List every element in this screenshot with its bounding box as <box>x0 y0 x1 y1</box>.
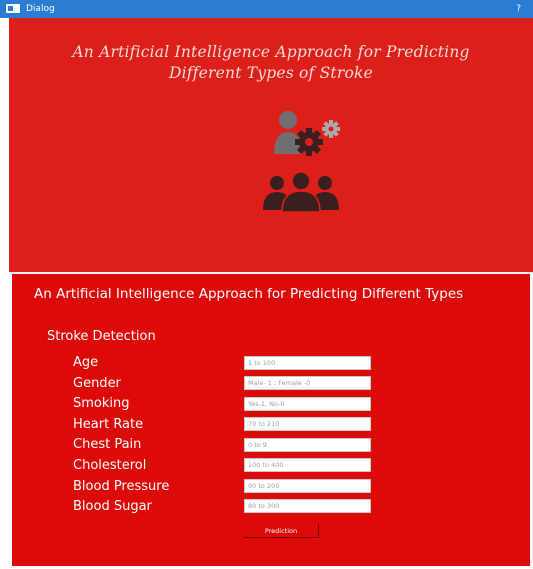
heart-rate-input[interactable] <box>244 417 371 431</box>
prediction-button[interactable]: Prediction <box>244 524 319 538</box>
smoking-input[interactable] <box>244 397 371 411</box>
banner-title-line-1: An Artificial Intelligence Approach for … <box>72 43 470 61</box>
section-title-stroke-detection: Stroke Detection <box>47 329 156 344</box>
app-window-icon <box>6 4 20 13</box>
chest-pain-input[interactable] <box>244 438 371 452</box>
gender-input[interactable] <box>244 376 371 390</box>
banner-title: An Artificial Intelligence Approach for … <box>9 42 533 84</box>
window-title-bar: Dialog ? <box>0 0 533 18</box>
field-label-blood-sugar: Blood Sugar <box>73 499 152 514</box>
window-title: Dialog <box>26 4 55 14</box>
field-label-chest-pain: Chest Pain <box>73 437 142 452</box>
field-label-blood-pressure: Blood Pressure <box>73 479 170 494</box>
person-gear-icon <box>274 111 340 156</box>
field-label-heart-rate: Heart Rate <box>73 417 144 432</box>
users-group-icon <box>263 171 339 212</box>
banner-title-line-2: Different Types of Stroke <box>169 64 373 82</box>
field-label-age: Age <box>73 355 99 370</box>
cholesterol-input[interactable] <box>244 458 371 472</box>
header-banner: An Artificial Intelligence Approach for … <box>9 18 533 272</box>
blood-sugar-input[interactable] <box>244 499 371 513</box>
blood-pressure-input[interactable] <box>244 479 371 493</box>
stroke-form-panel: An Artificial Intelligence Approach for … <box>12 274 530 566</box>
field-label-gender: Gender <box>73 376 121 391</box>
field-label-smoking: Smoking <box>73 396 130 411</box>
field-label-cholesterol: Cholesterol <box>73 458 147 473</box>
help-button[interactable]: ? <box>516 2 521 16</box>
age-input[interactable] <box>244 356 371 370</box>
form-heading: An Artificial Intelligence Approach for … <box>34 286 464 302</box>
